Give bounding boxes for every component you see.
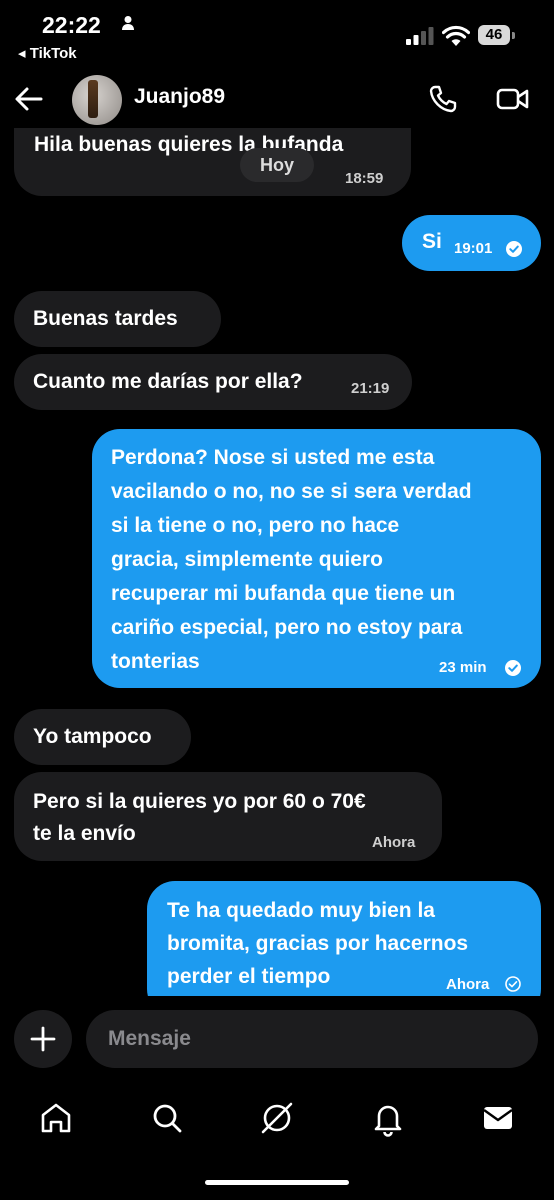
notifications-icon[interactable] [368, 1098, 408, 1138]
sent-check-icon [505, 976, 521, 992]
avatar-image [88, 80, 98, 118]
message-text-line: bromita, gracias por hacernos [167, 932, 469, 955]
chat-header: Juanjo89 [0, 70, 554, 128]
message-bubble-outgoing[interactable]: Perdona? Nose si usted me esta vacilando… [92, 429, 541, 688]
battery-tip [512, 32, 515, 39]
message-bubble-incoming[interactable]: Pero si la quieres yo por 60 o 70€ te la… [14, 772, 442, 861]
message-text-line: te la envío [33, 822, 136, 845]
message-composer [0, 1008, 554, 1070]
message-bubble-outgoing[interactable]: Te ha quedado muy bien la bromita, graci… [147, 881, 541, 996]
message-input[interactable] [86, 1010, 538, 1068]
home-indicator[interactable] [205, 1180, 349, 1185]
phone-icon[interactable] [428, 84, 458, 114]
message-text-line: Perdona? Nose si usted me esta [111, 446, 435, 469]
message-text-line: recuperar mi bufanda que tiene un [111, 582, 456, 605]
message-time: 21:19 [351, 380, 390, 397]
wifi-icon [442, 25, 470, 46]
back-arrow-icon[interactable] [14, 85, 44, 113]
message-time: Ahora [446, 976, 490, 993]
message-text: Cuanto me darías por ella? [33, 370, 303, 393]
message-text-line: vacilando o no, no se si sera verdad [111, 480, 472, 503]
bottom-tab-bar [0, 1088, 554, 1148]
message-text-line: perder el tiempo [167, 965, 331, 988]
read-check-icon [505, 660, 521, 676]
messages-icon[interactable] [478, 1098, 518, 1138]
message-time: Ahora [372, 834, 416, 851]
grok-icon[interactable] [257, 1098, 297, 1138]
message-text-line: si la tiene o no, pero no hace [111, 514, 400, 537]
message-text-line: gracia, simplemente quiero [111, 548, 383, 571]
message-text: Buenas tardes [33, 307, 178, 330]
battery-level: 46 [478, 25, 510, 45]
message-bubble-incoming[interactable]: Cuanto me darías por ella? 21:19 [14, 354, 412, 410]
avatar[interactable] [72, 75, 122, 125]
battery-indicator: 46 [478, 25, 516, 47]
message-bubble-incoming[interactable]: Yo tampoco [14, 709, 191, 765]
message-list: Hila buenas quieres la bufanda 18:59 Hoy… [0, 128, 554, 996]
status-bar: 22:22 ◂ TikTok 46 [0, 0, 554, 70]
home-icon[interactable] [36, 1098, 76, 1138]
message-text-line: Te ha quedado muy bien la [167, 899, 435, 922]
message-text: Si [422, 230, 442, 253]
message-time: 19:01 [454, 240, 493, 257]
plus-icon [30, 1026, 56, 1052]
message-bubble-incoming[interactable]: Hila buenas quieres la bufanda 18:59 [14, 128, 411, 196]
message-text-line: Pero si la quieres yo por 60 o 70€ [33, 790, 366, 813]
day-separator: Hoy [240, 148, 314, 182]
message-bubble-outgoing[interactable]: Si 19:01 [402, 215, 541, 271]
status-time: 22:22 [42, 12, 101, 38]
back-to-app-link[interactable]: ◂ TikTok [18, 44, 77, 62]
message-text-line: tonterias [111, 650, 200, 673]
message-time: 23 min [439, 659, 487, 676]
read-check-icon [506, 241, 522, 257]
message-bubble-incoming[interactable]: Buenas tardes [14, 291, 221, 347]
message-text-line: cariño especial, pero no estoy para [111, 616, 463, 639]
video-camera-icon[interactable] [496, 86, 530, 112]
cellular-signal-icon [406, 27, 434, 45]
contact-name[interactable]: Juanjo89 [134, 85, 225, 109]
message-time: 18:59 [345, 170, 384, 187]
message-text: Yo tampoco [33, 725, 152, 748]
add-attachment-button[interactable] [14, 1010, 72, 1068]
search-icon[interactable] [147, 1098, 187, 1138]
person-icon [122, 16, 134, 30]
